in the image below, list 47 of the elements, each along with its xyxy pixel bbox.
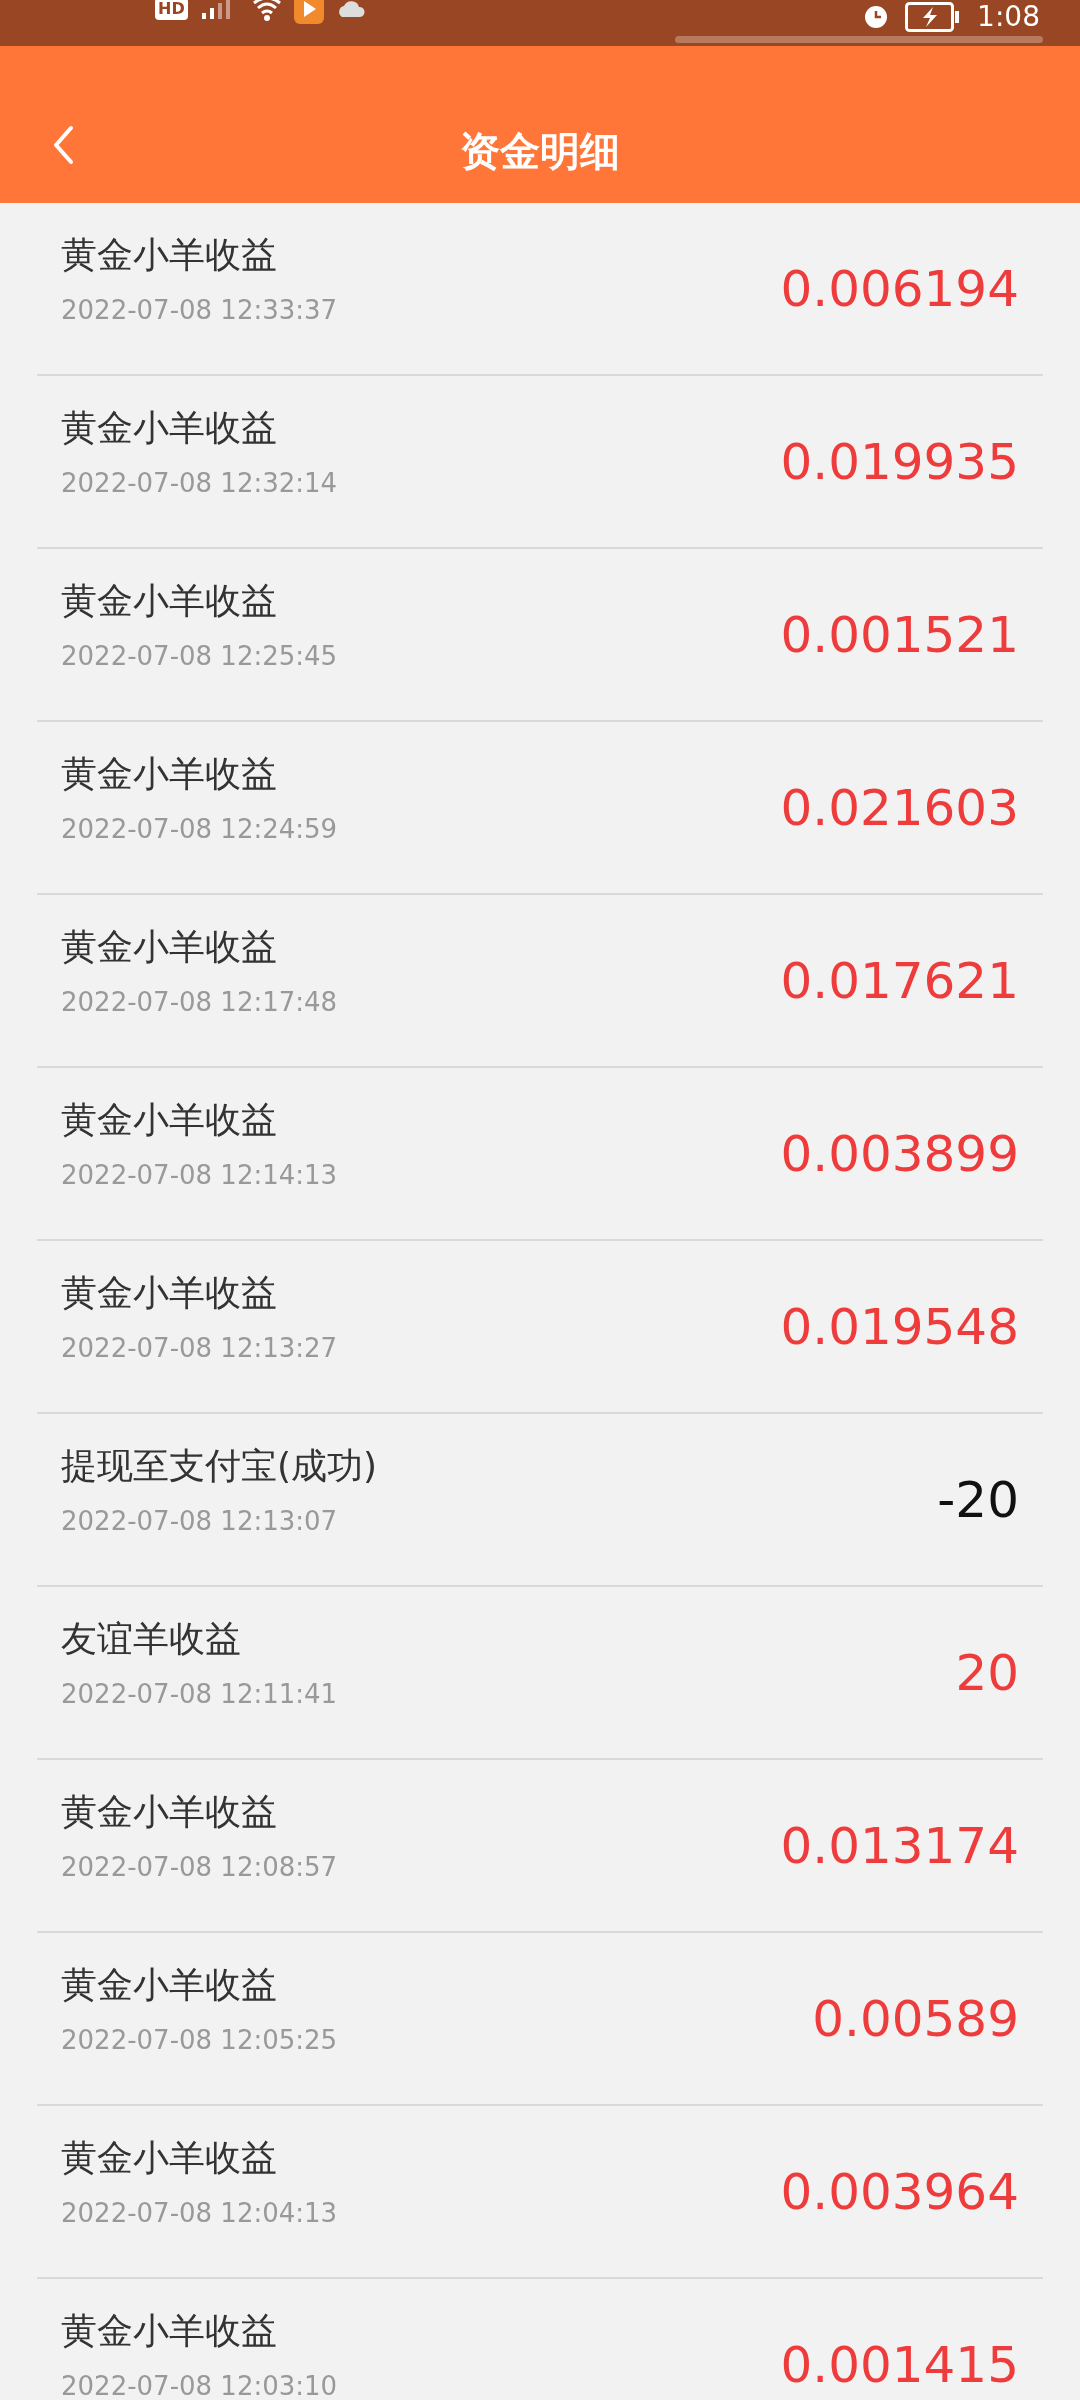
app-icon — [293, 0, 324, 24]
record-time: 2022-07-08 12:11:41 — [61, 1677, 338, 1710]
network-badge: HD — [155, 0, 188, 20]
record-title: 黄金小羊收益 — [61, 1789, 278, 1834]
page-title: 资金明细 — [460, 127, 620, 176]
record-title: 黄金小羊收益 — [61, 2308, 278, 2353]
record-amount: 0.003899 — [780, 1123, 1019, 1184]
record-amount: 0.006194 — [780, 258, 1019, 319]
record-amount: 0.001415 — [780, 2334, 1019, 2395]
record-title: 黄金小羊收益 — [61, 232, 278, 277]
record-title: 黄金小羊收益 — [61, 751, 278, 796]
record-time: 2022-07-08 12:13:27 — [61, 1331, 338, 1364]
record-title: 黄金小羊收益 — [61, 1097, 278, 1142]
record-title: 黄金小羊收益 — [61, 1962, 278, 2007]
alarm-icon — [863, 4, 890, 30]
record-amount: -20 — [937, 1469, 1019, 1530]
record-time: 2022-07-08 12:24:59 — [61, 812, 338, 845]
record-amount: 0.003964 — [780, 2161, 1019, 2222]
record-title: 提现至支付宝(成功) — [61, 1443, 378, 1488]
record-time: 2022-07-08 12:03:10 — [61, 2369, 338, 2400]
record-time: 2022-07-08 12:05:25 — [61, 2023, 338, 2056]
record-amount: 20 — [955, 1642, 1019, 1703]
chevron-left-icon — [52, 125, 74, 165]
clock-time: 1:08 — [977, 0, 1040, 34]
record-time: 2022-07-08 12:33:37 — [61, 293, 338, 326]
record-title: 黄金小羊收益 — [61, 1270, 278, 1315]
record-title: 黄金小羊收益 — [61, 2135, 278, 2180]
record-amount: 0.001521 — [780, 604, 1019, 665]
record-time: 2022-07-08 12:13:07 — [61, 1504, 339, 1537]
record-title: 黄金小羊收益 — [61, 405, 278, 450]
record-amount: 0.019935 — [780, 431, 1019, 492]
record-amount: 0.00589 — [812, 1988, 1019, 2049]
record-time: 2022-07-08 12:04:13 — [61, 2196, 338, 2229]
wifi-icon — [251, 0, 282, 21]
record-amount: 0.017621 — [780, 950, 1019, 1011]
record-title: 黄金小羊收益 — [61, 924, 278, 969]
record-amount: 0.021603 — [780, 777, 1019, 838]
record-title: 黄金小羊收益 — [61, 578, 278, 623]
record-time: 2022-07-08 12:14:13 — [61, 1158, 338, 1191]
record-amount: 0.013174 — [780, 1815, 1019, 1876]
record-time: 2022-07-08 12:17:48 — [61, 985, 338, 1018]
battery-icon — [905, 2, 962, 32]
record-amount: 0.019548 — [780, 1296, 1019, 1357]
record-title: 友谊羊收益 — [61, 1616, 242, 1661]
record-time: 2022-07-08 12:08:57 — [61, 1850, 338, 1883]
record-time: 2022-07-08 12:32:14 — [61, 466, 338, 499]
record-time: 2022-07-08 12:25:45 — [61, 639, 338, 672]
